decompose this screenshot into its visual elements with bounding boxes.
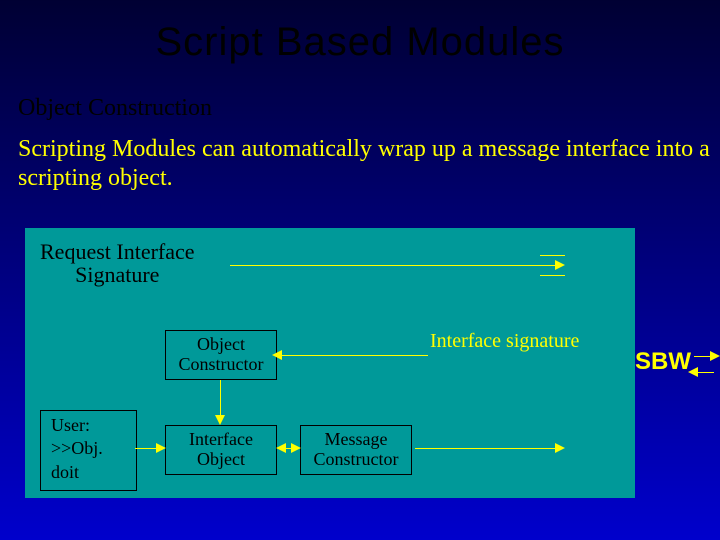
user-label: User: — [51, 415, 90, 435]
sbw-label: SBW — [635, 348, 691, 376]
line-user-to-intobj — [135, 448, 157, 449]
arrow-icon — [215, 415, 225, 425]
arrow-icon — [688, 367, 698, 377]
arrow-icon — [291, 443, 301, 453]
arrow-icon — [276, 443, 286, 453]
subtitle: Object Construction — [18, 95, 212, 122]
interface-signature-label: Interface signature — [430, 330, 579, 353]
interface-object-box: InterfaceObject — [165, 425, 277, 475]
slide-title: Script Based Modules — [0, 0, 720, 65]
message-constructor-box: MessageConstructor — [300, 425, 412, 475]
user-box: User: >>Obj. doit — [40, 410, 137, 491]
request-interface-signature-label: Request InterfaceSignature — [40, 240, 195, 286]
line-msgcon-to-sbw — [415, 448, 555, 449]
line-into-sbw-top — [540, 255, 565, 256]
object-constructor-box: ObjectConstructor — [165, 330, 277, 380]
sbw-box — [565, 228, 635, 498]
arrow-icon — [156, 443, 166, 453]
line-objcon-to-intobj — [220, 380, 221, 416]
line-intsig-from-sbw — [278, 355, 428, 356]
arrow-icon — [710, 351, 720, 361]
user-command: >>Obj. doit — [51, 438, 103, 481]
arrow-icon — [272, 350, 282, 360]
arrow-icon — [555, 443, 565, 453]
line-request-to-sbw — [230, 265, 555, 266]
arrow-icon — [555, 260, 565, 270]
body-text: Scripting Modules can automatically wrap… — [18, 135, 720, 193]
line-out-sbw-top — [540, 275, 565, 276]
